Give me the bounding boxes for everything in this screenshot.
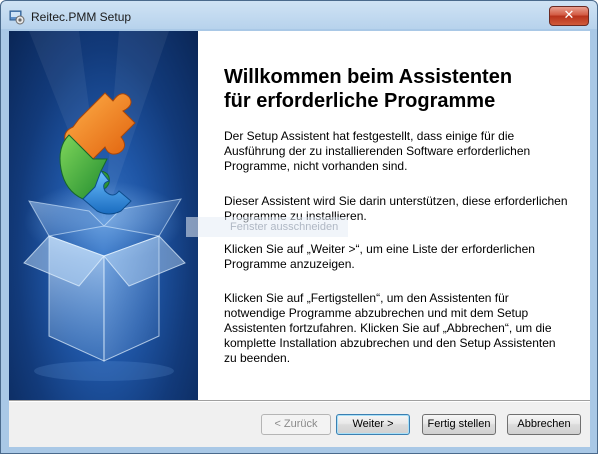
puzzle-box-illustration bbox=[23, 31, 186, 381]
next-instruction-paragraph: Klicken Sie auf „Weiter >“, um eine List… bbox=[224, 242, 535, 271]
wizard-content: Willkommen beim Assistenten für erforder… bbox=[186, 31, 590, 400]
page-title-line2: für erforderliche Programme bbox=[224, 90, 496, 112]
window-title: Reitec.PMM Setup bbox=[31, 10, 132, 24]
close-button[interactable]: ✕ bbox=[549, 6, 589, 26]
wizard-client-area: Willkommen beim Assistenten für erforder… bbox=[9, 31, 590, 447]
intro-paragraph: Der Setup Assistent hat festgestellt, da… bbox=[224, 129, 531, 173]
page-title-line1: Willkommen beim Assistenten bbox=[224, 66, 513, 88]
page-title: Willkommen beim Assistenten für erforder… bbox=[224, 65, 584, 113]
finish-instruction-paragraph: Klicken Sie auf „Fertigstellen“, um den … bbox=[224, 291, 556, 365]
setup-window: Reitec.PMM Setup ✕ Willkommen beim Assis… bbox=[0, 0, 598, 454]
cancel-button[interactable]: Abbrechen bbox=[507, 414, 581, 435]
wizard-banner bbox=[9, 31, 198, 400]
title-bar[interactable]: Reitec.PMM Setup ✕ bbox=[1, 1, 597, 31]
button-separator bbox=[9, 400, 590, 402]
next-button[interactable]: Weiter > bbox=[336, 414, 410, 435]
close-icon: ✕ bbox=[563, 8, 575, 23]
setup-icon bbox=[9, 9, 25, 25]
back-button[interactable]: < Zurück bbox=[261, 414, 331, 435]
finish-button[interactable]: Fertig stellen bbox=[422, 414, 496, 435]
ghost-tooltip: Fenster ausschneiden bbox=[186, 217, 348, 237]
